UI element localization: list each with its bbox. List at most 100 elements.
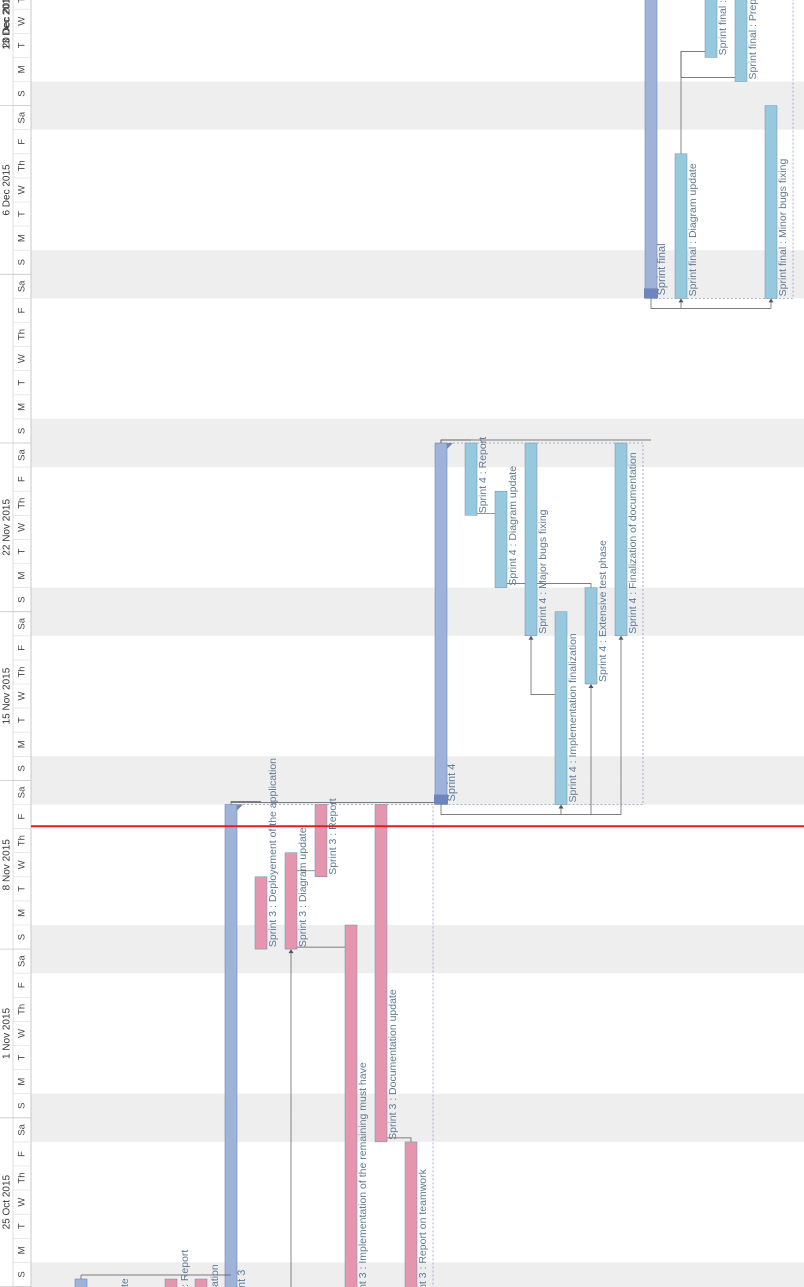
day-label: Sa: [17, 786, 28, 798]
partial-task-label: : Report: [179, 1250, 191, 1287]
day-label: Sa: [17, 280, 28, 292]
dependency-arrowhead: [558, 804, 564, 809]
partial-task-bar: [194, 1278, 208, 1287]
task-bar: [614, 442, 628, 637]
dependency-arrowhead: [618, 635, 624, 640]
task-bar: [674, 153, 688, 299]
day-label: W: [17, 692, 28, 701]
day-label: S: [17, 90, 28, 96]
week-label: 6 Dec 2015: [2, 164, 13, 216]
day-label: M: [17, 572, 28, 580]
task-bar: [704, 0, 718, 58]
day-label: S: [17, 1271, 28, 1277]
weekend-band: [31, 611, 804, 636]
day-label: M: [17, 909, 28, 917]
weekend-band: [31, 105, 804, 130]
task-label: Sprint 4 : Finalization of documentation: [627, 452, 639, 634]
week-label: 20 Dec 2015: [2, 0, 13, 48]
day-label: T: [17, 717, 28, 723]
task-bar: [254, 876, 268, 950]
weekend-band: [31, 587, 804, 612]
day-label: Th: [17, 666, 28, 677]
day-label: W: [17, 1198, 28, 1207]
task-label: Sprint 3 : Implementation of the remaini…: [357, 1062, 369, 1287]
dependency-line: [440, 804, 621, 815]
task-bar: [554, 611, 568, 805]
dependency-arrowhead: [678, 298, 684, 303]
day-label: T: [17, 548, 28, 554]
weekend-band: [31, 443, 804, 468]
day-label: F: [17, 1151, 28, 1157]
day-label: T: [17, 211, 28, 217]
task-label: Sprint 3 : Diagram update: [297, 827, 309, 947]
task-bar: [374, 804, 388, 1143]
day-label: Sa: [17, 449, 28, 461]
day-label: F: [17, 813, 28, 819]
day-label: M: [17, 740, 28, 748]
task-label: Sprint final : Preparation of the final …: [747, 0, 759, 80]
day-label: F: [17, 645, 28, 651]
task-bar: [524, 442, 538, 637]
task-bar: [284, 852, 298, 950]
day-label: Th: [17, 160, 28, 171]
weekend-band: [31, 756, 804, 781]
week-label: 22 Nov 2015: [2, 499, 13, 556]
day-label: T: [17, 42, 28, 48]
day-label: F: [17, 982, 28, 988]
partial-task-bar: [164, 1278, 178, 1287]
task-bar: [464, 442, 478, 516]
task-label: Sprint 4 : Extensive test phase: [597, 540, 609, 682]
task-bar: [734, 0, 748, 82]
day-label: W: [17, 17, 28, 26]
day-label: Th: [17, 498, 28, 509]
task-label: Sprint 3 : Report on teamwork: [417, 1168, 429, 1287]
weekend-band: [31, 780, 804, 805]
task-label: Sprint 4 : Report: [477, 437, 489, 514]
day-label: M: [17, 234, 28, 242]
day-label: W: [17, 354, 28, 363]
day-label: Sa: [17, 617, 28, 629]
day-label: M: [17, 65, 28, 73]
day-label: S: [17, 1103, 28, 1109]
day-label: T: [17, 1054, 28, 1060]
day-label: F: [17, 139, 28, 145]
sprint-label: Sprint 3: [236, 1270, 248, 1287]
task-bar: [404, 1141, 418, 1287]
day-label: T: [17, 380, 28, 386]
weekend-band: [31, 1117, 804, 1142]
week-label: 15 Nov 2015: [2, 667, 13, 724]
weekend-band: [31, 81, 804, 106]
day-label: T: [17, 1223, 28, 1229]
weekend-band: [31, 418, 804, 443]
sprint-summary-bar: [434, 442, 448, 805]
day-label: W: [17, 185, 28, 194]
task-bar: [494, 490, 508, 588]
day-label: W: [17, 860, 28, 869]
day-label: S: [17, 259, 28, 265]
day-label: F: [17, 307, 28, 313]
partial-task-label: ation: [209, 1264, 221, 1287]
week-label: 8 Nov 2015: [2, 839, 13, 891]
task-label: Sprint 3 : Documentation update: [387, 989, 399, 1140]
day-label: W: [17, 1029, 28, 1038]
dependency-arrowhead: [768, 298, 774, 303]
task-label: Sprint 4 : Diagram update: [507, 466, 519, 586]
day-label: Sa: [17, 955, 28, 967]
task-label: Sprint final : Minor bugs fixing: [777, 159, 789, 297]
sprint-label: Sprint 4: [446, 764, 458, 802]
dependency-arrowhead: [588, 684, 594, 688]
task-label: Sprint final : Diagram update: [687, 163, 699, 296]
day-label: F: [17, 476, 28, 482]
weekend-band: [31, 1093, 804, 1118]
day-label: M: [17, 403, 28, 411]
day-label: Th: [17, 1004, 28, 1015]
task-label: Sprint 3 : Deployement of the applicatio…: [267, 758, 279, 947]
day-label: W: [17, 523, 28, 532]
gantt-chart: Sa S M T W Th F Sa S M T W Th F Sa S M T W Th F Sa S M T W Th F Sa S M…: [0, 0, 804, 1287]
task-label: Sprint final : Final report: [717, 0, 729, 55]
partial-task-label: te: [119, 1278, 131, 1287]
task-label: Sprint 4 : Implementation finalization: [567, 633, 579, 802]
task-bar: [764, 105, 778, 299]
dependency-line: [650, 298, 771, 309]
day-label: Th: [17, 1173, 28, 1184]
